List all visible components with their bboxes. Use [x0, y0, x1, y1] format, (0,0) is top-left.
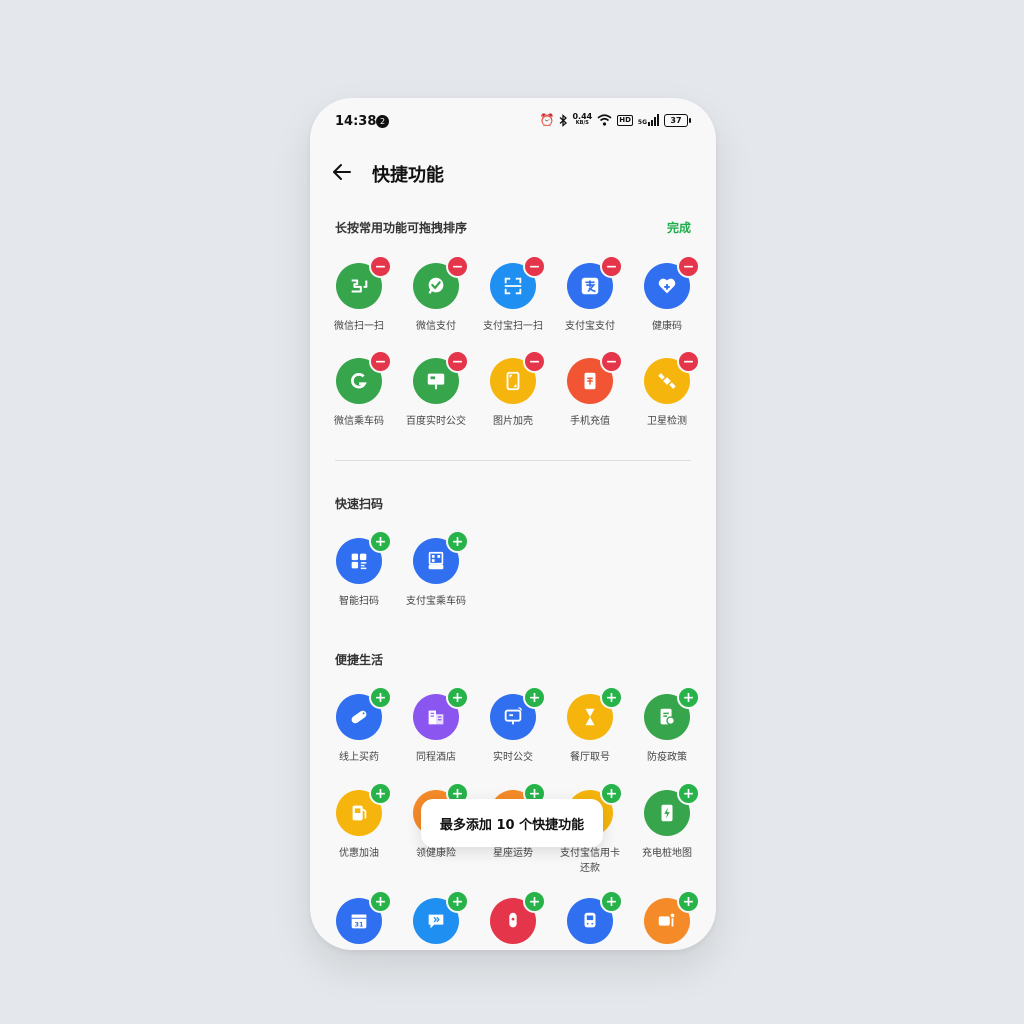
toast-message: 最多添加 10 个快捷功能	[421, 799, 603, 847]
section-divider	[335, 460, 691, 461]
svg-text:31: 31	[355, 921, 364, 929]
alipay-pay-icon	[581, 277, 599, 295]
fuel-icon	[352, 805, 367, 821]
baidu-bus-icon	[427, 373, 445, 390]
done-button[interactable]: 完成	[667, 219, 691, 236]
remove-badge-icon[interactable]: −	[446, 350, 469, 373]
shuttle-icon	[658, 913, 675, 927]
status-bar: 14:38 2 ⏰ 0.44 KB/S HD 5G 37	[310, 98, 716, 146]
shortcut-mic[interactable]: +	[475, 890, 551, 944]
message-icon	[428, 914, 444, 929]
add-badge-icon[interactable]: +	[369, 782, 392, 805]
remove-badge-icon[interactable]: −	[369, 350, 392, 373]
shortcut-baidu-bus[interactable]: − 百度实时公交	[398, 350, 474, 429]
add-badge-icon[interactable]: +	[677, 890, 700, 913]
shortcut-satellite[interactable]: − 卫星检测	[629, 350, 705, 429]
remove-badge-icon[interactable]: −	[523, 350, 546, 373]
wechat-bus-code-icon	[351, 372, 367, 389]
status-time: 14:38	[335, 114, 377, 129]
alarm-icon: ⏰	[539, 113, 555, 127]
shortcut-metro[interactable]: +	[552, 890, 628, 944]
add-badge-icon[interactable]: +	[446, 890, 469, 913]
shortcut-alipay-scan[interactable]: − 支付宝扫一扫	[475, 255, 551, 334]
shortcut-message[interactable]: +	[398, 890, 474, 944]
add-badge-icon[interactable]: +	[369, 530, 392, 553]
shortcut-calendar[interactable]: 31 +	[321, 890, 397, 944]
shortcut-bus-realtime[interactable]: + 实时公交	[475, 686, 551, 765]
epidemic-policy-icon	[660, 708, 676, 726]
section-title-life: 便捷生活	[335, 653, 384, 667]
shortcut-restaurant-queue[interactable]: + 餐厅取号	[552, 686, 628, 765]
shortcut-fuel[interactable]: + 优惠加油	[321, 782, 397, 861]
add-badge-icon[interactable]: +	[523, 686, 546, 709]
remove-badge-icon[interactable]: −	[677, 255, 700, 278]
shortcut-health-code[interactable]: − 健康码	[629, 255, 705, 334]
cell-signal-icon: 5G	[638, 114, 659, 126]
shortcut-alipay-pay[interactable]: − 支付宝支付	[552, 255, 628, 334]
remove-badge-icon[interactable]: −	[600, 255, 623, 278]
add-badge-icon[interactable]: +	[523, 890, 546, 913]
shortcut-pill[interactable]: + 线上买药	[321, 686, 397, 765]
restaurant-queue-icon	[585, 708, 595, 726]
remove-badge-icon[interactable]: −	[369, 255, 392, 278]
shortcut-alipay-bus-code[interactable]: + 支付宝乘车码	[398, 530, 474, 609]
page-title: 快捷功能	[372, 165, 444, 186]
shortcut-hotel[interactable]: + 同程酒店	[398, 686, 474, 765]
wechat-scan-icon	[351, 279, 368, 293]
add-badge-icon[interactable]: +	[446, 686, 469, 709]
remove-badge-icon[interactable]: −	[600, 350, 623, 373]
add-badge-icon[interactable]: +	[600, 890, 623, 913]
net-speed: 0.44 KB/S	[572, 112, 593, 127]
calendar-icon: 31	[351, 914, 367, 929]
status-icons: ⏰ 0.44 KB/S HD 5G 37	[539, 112, 691, 127]
shortcut-image-frame[interactable]: − 图片加壳	[475, 350, 551, 429]
add-badge-icon[interactable]: +	[446, 530, 469, 553]
add-badge-icon[interactable]: +	[600, 782, 623, 805]
add-badge-icon[interactable]: +	[369, 890, 392, 913]
phone-recharge-icon	[584, 372, 596, 390]
battery-icon: 37	[664, 113, 691, 127]
shortcut-smart-scan[interactable]: + 智能扫码	[321, 530, 397, 609]
image-frame-icon	[506, 371, 520, 391]
add-badge-icon[interactable]: +	[677, 686, 700, 709]
remove-badge-icon[interactable]: −	[446, 255, 469, 278]
charging-icon	[661, 804, 673, 822]
header: 快捷功能	[310, 158, 716, 188]
shortcut-wechat-pay[interactable]: − 微信支付	[398, 255, 474, 334]
shortcut-shuttle[interactable]: +	[629, 890, 705, 944]
alipay-bus-code-icon	[428, 551, 444, 570]
phone-screen: 14:38 2 ⏰ 0.44 KB/S HD 5G 37 快捷功能 长按常用功能…	[310, 98, 716, 950]
shortcut-phone-recharge[interactable]: − 手机充值	[552, 350, 628, 429]
hotel-icon	[428, 710, 444, 725]
shortcut-wechat-scan[interactable]: − 微信扫一扫	[321, 255, 397, 334]
shortcut-epidemic-policy[interactable]: + 防疫政策	[629, 686, 705, 765]
bluetooth-icon	[560, 113, 568, 127]
remove-badge-icon[interactable]: −	[677, 350, 700, 373]
section-title-added: 长按常用功能可拖拽排序	[335, 221, 468, 235]
notification-count-badge: 2	[376, 115, 389, 128]
wifi-icon	[597, 114, 612, 126]
shortcut-charging[interactable]: + 充电桩地图	[629, 782, 705, 861]
smart-scan-icon	[351, 553, 367, 570]
add-badge-icon[interactable]: +	[677, 782, 700, 805]
shortcut-wechat-bus-code[interactable]: − 微信乘车码	[321, 350, 397, 429]
mic-icon	[509, 912, 517, 928]
section-title-scan: 快速扫码	[335, 497, 384, 511]
back-arrow-icon[interactable]	[330, 160, 354, 184]
satellite-icon	[658, 373, 676, 389]
alipay-scan-icon	[504, 277, 522, 295]
health-code-icon	[658, 278, 676, 294]
wechat-pay-icon	[428, 277, 444, 294]
bus-realtime-icon	[504, 707, 522, 725]
pill-icon	[351, 710, 367, 724]
metro-icon	[584, 912, 596, 928]
remove-badge-icon[interactable]: −	[523, 255, 546, 278]
hd-icon: HD	[617, 114, 633, 126]
add-badge-icon[interactable]: +	[369, 686, 392, 709]
add-badge-icon[interactable]: +	[600, 686, 623, 709]
